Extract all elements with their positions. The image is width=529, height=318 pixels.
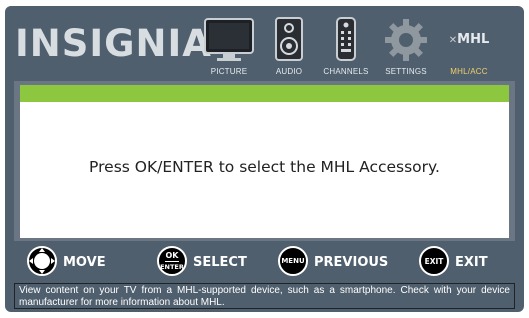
speaker-icon [269, 16, 309, 64]
nav-mhl-acc[interactable]: ✕MHL MHL/ACC [441, 12, 497, 76]
nav-picture[interactable]: PICTURE [201, 12, 257, 76]
nav-channels-label: CHANNELS [323, 67, 369, 76]
move-label: MOVE [63, 255, 106, 270]
instruction-message: Press OK/ENTER to select the MHL Accesso… [89, 158, 440, 176]
nav-settings[interactable]: SETTINGS [381, 12, 431, 76]
previous-label: PREVIOUS [314, 255, 389, 270]
exit-key-text: EXIT [424, 257, 444, 266]
select-label: SELECT [193, 255, 247, 270]
content-panel: Press OK/ENTER to select the MHL Accesso… [20, 102, 509, 238]
tv-icon [201, 16, 257, 64]
menu-key-text: MENU [281, 257, 305, 265]
exit-label: EXIT [455, 255, 488, 270]
nav-picture-label: PICTURE [210, 67, 248, 76]
ok-enter-key-icon: OK ENTER [157, 246, 187, 276]
panel-title-bar [20, 85, 509, 102]
nav-channels[interactable]: CHANNELS [321, 12, 371, 76]
enter-key-text: ENTER [160, 263, 184, 271]
menu-key-icon: MENU [278, 246, 308, 276]
nav-mhl-acc-label: MHL/ACC [450, 67, 488, 76]
nav-audio[interactable]: AUDIO [269, 12, 309, 76]
insignia-logo: INSIGNIA [15, 22, 212, 65]
gear-icon [381, 16, 431, 64]
nav-audio-label: AUDIO [275, 67, 303, 76]
tv-menu-screen: INSIGNIA PICTURE AUDIO CHANNELS SETTINGS… [5, 6, 524, 312]
mhl-logo-icon: ✕MHL [448, 32, 490, 47]
nav-settings-label: SETTINGS [385, 67, 427, 76]
mhl-logo-text: MHL [457, 32, 490, 47]
help-description: View content on your TV from a MHL-suppo… [14, 283, 515, 309]
remote-icon [321, 16, 371, 64]
exit-key-icon: EXIT [419, 246, 449, 276]
ok-key-text: OK [165, 251, 179, 260]
dpad-icon [27, 246, 57, 276]
